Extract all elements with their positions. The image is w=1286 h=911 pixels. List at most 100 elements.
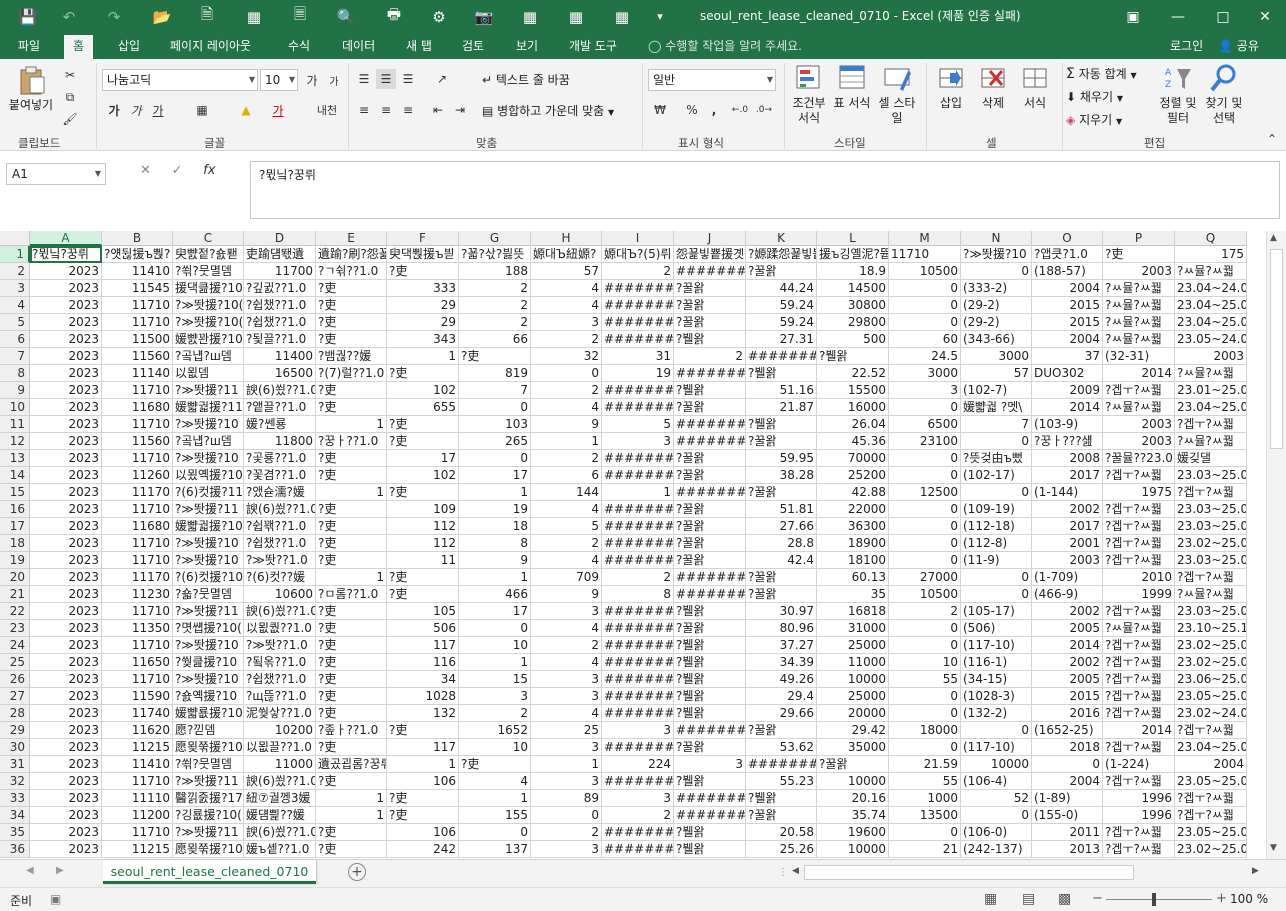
cell-d18[interactable]: ?쉽챘??1.0 [244,535,316,552]
cell-c13[interactable]: ?≫똿援?10 [173,450,244,467]
cell-b31[interactable]: 11410 [102,756,173,773]
cell-j25[interactable]: ?뷀왉 [674,654,746,671]
cell-h24[interactable]: 2 [531,637,602,654]
border-icon[interactable]: ▦ [192,100,212,120]
cell-a20[interactable]: 2023 [30,569,102,586]
cell-f1[interactable]: 臾댁뿭援ъ븯 [387,246,459,263]
cell-j30[interactable]: ?꿀왉 [674,739,746,756]
bold-button[interactable]: 가 [104,100,124,120]
cell-e3[interactable]: ?吏 [316,280,387,297]
cell-i25[interactable]: ######## [602,654,674,671]
font-name-combo[interactable]: 나눔고딕 ▼ [102,69,258,91]
cell-q7[interactable]: 2003 [1175,348,1247,365]
cell-q28[interactable]: 23.02~24.0 [1175,705,1247,722]
cell-g19[interactable]: 9 [459,552,531,569]
cell-b20[interactable]: 11170 [102,569,173,586]
row-header[interactable]: 25 [0,654,30,671]
cell-f16[interactable]: 109 [387,501,459,518]
row-header[interactable]: 24 [0,637,30,654]
cell-f36[interactable]: 242 [387,841,459,858]
cell-n17[interactable]: (112-18) [961,518,1032,535]
cell-h2[interactable]: 57 [531,263,602,280]
cell-a17[interactable]: 2023 [30,518,102,535]
cell-q3[interactable]: 23.04~24.0 [1175,280,1247,297]
cell-a27[interactable]: 2023 [30,688,102,705]
cell-j9[interactable]: ?뷀왉 [674,382,746,399]
cell-c8[interactable]: 以묎뎀 [173,365,244,382]
sheet-tab[interactable]: seoul_rent_lease_cleaned_0710 [103,860,316,884]
cell-e19[interactable]: ?吏 [316,552,387,569]
cell-a29[interactable]: 2023 [30,722,102,739]
cell-a21[interactable]: 2023 [30,586,102,603]
cell-h12[interactable]: 1 [531,433,602,450]
cell-d8[interactable]: 16500 [244,365,316,382]
row-header[interactable]: 11 [0,416,30,433]
cell-m6[interactable]: 60 [889,331,961,348]
cell-p22[interactable]: ?겝ㅜ?ㅆ꿟 [1103,603,1175,620]
cell-c27[interactable]: ?숈옉援?10 [173,688,244,705]
cell-n26[interactable]: (34-15) [961,671,1032,688]
cell-a32[interactable]: 2023 [30,773,102,790]
cell-h19[interactable]: 4 [531,552,602,569]
cell-a11[interactable]: 2023 [30,416,102,433]
clear-button[interactable]: ◈ 지우기 ▼ [1066,111,1122,128]
cell-p35[interactable]: ?겝ㅜ?ㅆ꿟 [1103,824,1175,841]
cell-b3[interactable]: 11545 [102,280,173,297]
scroll-up-icon[interactable]: ▲ [1270,233,1277,243]
comma-button[interactable]: , [704,100,724,120]
cell-l36[interactable]: 10000 [817,841,889,858]
cell-m13[interactable]: 0 [889,450,961,467]
cell-a24[interactable]: 2023 [30,637,102,654]
cell-q34[interactable]: ?겝ㅜ?ㅆ꿟 [1175,807,1247,824]
cell-g14[interactable]: 17 [459,467,531,484]
cell-n27[interactable]: (1028-3) [961,688,1032,705]
cell-k2[interactable]: ?꿀왉 [746,263,817,280]
cell-d26[interactable]: ?쉽챘??1.0 [244,671,316,688]
cell-l29[interactable]: 29.42 [817,722,889,739]
cell-h17[interactable]: 5 [531,518,602,535]
cell-g30[interactable]: 10 [459,739,531,756]
cell-k17[interactable]: 27.66 [746,518,817,535]
cell-p6[interactable]: ?ㅆ뮬?ㅆ꿟 [1103,331,1175,348]
cell-i11[interactable]: 5 [602,416,674,433]
column-header-h[interactable]: H [531,231,602,246]
cell-d6[interactable]: ?됯끌??1.0 [244,331,316,348]
cell-f8[interactable]: ?吏 [387,365,459,382]
cell-h28[interactable]: 4 [531,705,602,722]
cell-b14[interactable]: 11260 [102,467,173,484]
cell-m31[interactable]: 21.59 [889,756,961,773]
cell-c12[interactable]: ?곸냽?ш뎀 [173,433,244,450]
cell-e4[interactable]: ?吏 [316,297,387,314]
cell-c21[interactable]: ?숇?뭇멸뎀 [173,586,244,603]
cell-e13[interactable]: ?吏 [316,450,387,467]
cell-i22[interactable]: ######## [602,603,674,620]
cell-h22[interactable]: 3 [531,603,602,620]
tab-view[interactable]: 보기 [512,33,542,59]
cell-l25[interactable]: 11000 [817,654,889,671]
name-box[interactable]: A1 ▼ [6,163,106,185]
cell-a4[interactable]: 2023 [30,297,102,314]
cell-f31[interactable]: 1 [387,756,459,773]
cell-g11[interactable]: 103 [459,416,531,433]
cell-k3[interactable]: 44.24 [746,280,817,297]
cell-k11[interactable]: ?뷀왉 [746,416,817,433]
cancel-icon[interactable]: ✕ [140,163,151,178]
fill-button[interactable]: ⬇ 채우기 ▼ [1066,88,1123,105]
cell-a22[interactable]: 2023 [30,603,102,620]
cell-j33[interactable]: ######## [674,790,746,807]
cell-g18[interactable]: 8 [459,535,531,552]
cell-p4[interactable]: ?ㅆ뮬?ㅆ꿟 [1103,297,1175,314]
cell-q15[interactable]: ?겝ㅜ?ㅆ꿟 [1175,484,1247,501]
cell-l20[interactable]: 60.13 [817,569,889,586]
cell-o7[interactable]: 37 [1032,348,1103,365]
new-icon[interactable]: 🗎 [193,0,221,33]
cell-k25[interactable]: 34.39 [746,654,817,671]
cell-o12[interactable]: ?꿍ㅏ???섎 [1032,433,1103,450]
cell-n7[interactable]: 3000 [961,348,1032,365]
cell-n19[interactable]: (11-9) [961,552,1032,569]
function-icon[interactable]: fx [203,163,215,178]
cell-g32[interactable]: 4 [459,773,531,790]
cell-m25[interactable]: 10 [889,654,961,671]
font-color-button[interactable]: 가 [268,100,288,120]
select-all-corner[interactable] [0,231,30,246]
